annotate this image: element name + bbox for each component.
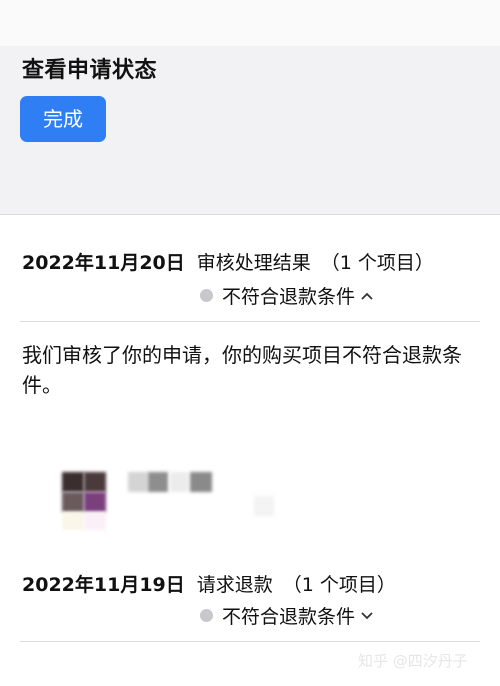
top-bar [0, 0, 500, 46]
status-toggle[interactable]: 不符合退款条件 [200, 602, 373, 629]
review-message: 我们审核了你的申请，你的购买项目不符合退款条件。 [22, 343, 462, 397]
done-button[interactable]: 完成 [20, 96, 106, 142]
entry-count: （1 个项目） [282, 574, 396, 596]
entry-title: 请求退款 [196, 574, 273, 596]
status-dot-icon [200, 609, 213, 622]
status-toggle[interactable]: 不符合退款条件 [200, 282, 373, 309]
divider [20, 321, 480, 322]
chevron-down-icon [361, 608, 373, 624]
entry-date: 2022年11月20日 [22, 252, 185, 274]
watermark: 知乎 @四汐丹子 [358, 652, 468, 670]
entry-title: 审核处理结果 [196, 252, 311, 274]
entry-header: 2022年11月20日 审核处理结果 （1 个项目） [22, 248, 434, 275]
divider [20, 641, 480, 642]
entry-date: 2022年11月19日 [22, 574, 185, 596]
chevron-up-icon [361, 288, 373, 304]
status-dot-icon [200, 289, 213, 302]
entry-header: 2022年11月19日 请求退款 （1 个项目） [22, 570, 396, 597]
status-text: 不符合退款条件 [222, 286, 356, 308]
page-title: 查看申请状态 [22, 58, 158, 83]
entry-count: （1 个项目） [320, 252, 434, 274]
status-text: 不符合退款条件 [222, 606, 356, 628]
